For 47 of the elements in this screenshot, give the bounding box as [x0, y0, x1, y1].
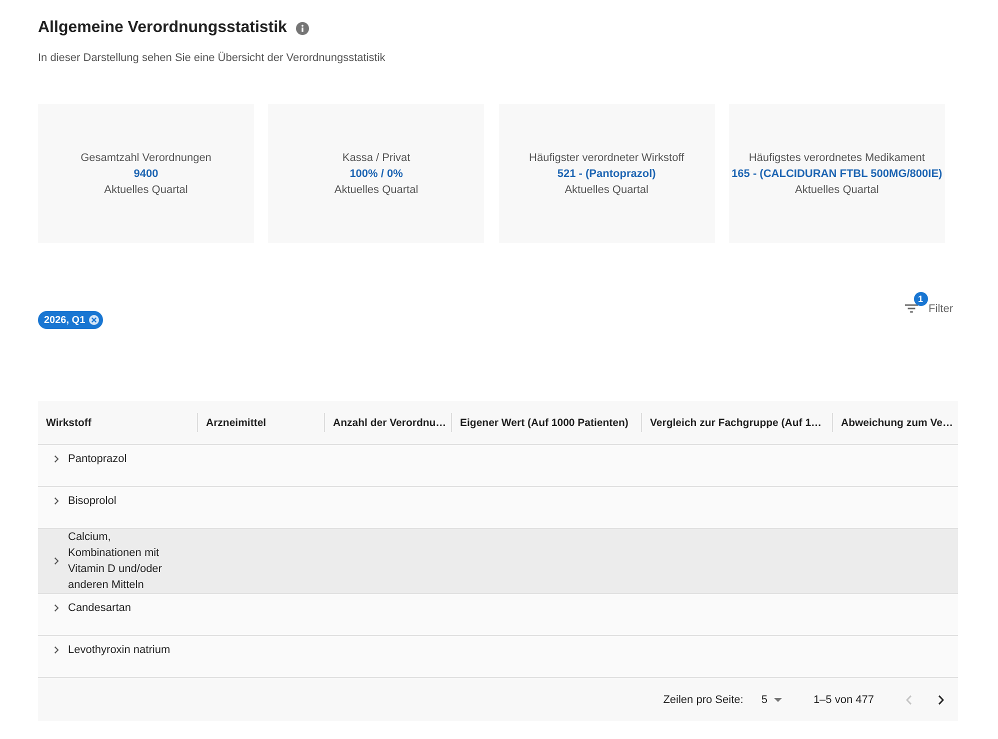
column-header[interactable]: Eigener Wert (Auf 1000 Patienten): [460, 416, 628, 428]
stat-value: 521 - (Pantoprazol): [557, 166, 656, 182]
page-range: 1–5 von 477: [813, 694, 874, 706]
stat-period: Aktuelles Quartal: [334, 182, 418, 198]
stat-label: Kassa / Privat: [342, 150, 410, 166]
page-title: Allgemeine Verordnungsstatistik: [38, 18, 287, 38]
table-cell-text: Candesartan: [68, 601, 131, 616]
stat-value: 165 - (CALCIDURAN FTBL 500MG/800IE): [732, 166, 942, 182]
column-header[interactable]: Wirkstoff: [46, 416, 92, 428]
stat-label: Häufigstes verordnetes Medikament: [748, 150, 925, 166]
rows-per-page-select[interactable]: 5: [761, 694, 782, 706]
table-row[interactable]: Candesartan: [38, 594, 958, 636]
info-icon[interactable]: [296, 22, 309, 34]
chevron-right-icon[interactable]: [54, 646, 59, 654]
stat-value: 9400: [134, 166, 158, 182]
table-cell-text: Levothyroxin natrium: [68, 643, 170, 658]
table-row[interactable]: Levothyroxin natrium: [38, 636, 958, 678]
remove-icon[interactable]: [89, 315, 100, 325]
chevron-left-icon: [906, 694, 912, 704]
chevron-right-icon[interactable]: [54, 557, 59, 565]
page-subtitle: In dieser Darstellung sehen Sie eine Übersicht der Verordnungsstatistik: [38, 51, 386, 65]
table-cell-text: Pantoprazol: [68, 452, 127, 467]
stat-period: Aktuelles Quartal: [795, 182, 879, 198]
table-row[interactable]: Bisoprolol: [38, 487, 958, 529]
chevron-right-icon[interactable]: [54, 604, 59, 612]
chevron-right-icon[interactable]: [54, 455, 59, 463]
table-cell-text: Calcium, Kombinationen mit Vitamin D und/oder anderen Mitteln: [68, 530, 163, 593]
stat-label: Häufigster verordneter Wirkstoff: [529, 150, 684, 166]
stat-period: Aktuelles Quartal: [564, 182, 648, 198]
table-cell-text: Bisoprolol: [68, 494, 116, 509]
table-row[interactable]: Calcium, Kombinationen mit Vitamin D und/oder anderen Mitteln: [38, 529, 958, 594]
column-header[interactable]: Vergleich zur Fachgruppe (Auf 1…: [650, 416, 822, 428]
column-header[interactable]: Arzneimittel: [206, 416, 266, 428]
filter-chip[interactable]: 2026, Q1: [38, 311, 104, 329]
column-header[interactable]: Anzahl der Verordnu…: [333, 416, 446, 428]
chevron-right-icon[interactable]: [54, 497, 59, 505]
filter-button[interactable]: 1 Filter: [904, 292, 953, 319]
column-header[interactable]: Abweichung zum Ve…: [841, 416, 954, 428]
stat-value: 100% / 0%: [350, 166, 403, 182]
table-row[interactable]: Pantoprazol: [38, 445, 958, 487]
stat-label: Gesamtzahl Verordnungen: [80, 150, 212, 166]
filter-icon: [904, 304, 918, 313]
caret-down-icon: [774, 698, 782, 702]
rows-per-page-label: Zeilen pro Seite:: [663, 694, 744, 706]
stat-period: Aktuelles Quartal: [104, 182, 188, 198]
chevron-right-icon: [938, 694, 944, 704]
filter-count-badge: 1: [914, 292, 928, 306]
